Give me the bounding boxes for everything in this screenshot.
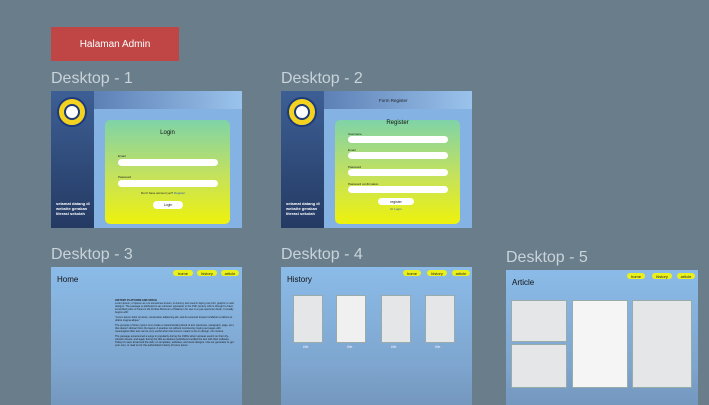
topbar — [94, 91, 242, 109]
frame-label-desktop-3: Desktop - 3 — [51, 246, 133, 263]
welcome-tagline: selamat datang di website gerakan litera… — [56, 201, 90, 216]
article-image[interactable] — [511, 344, 567, 388]
register-button[interactable]: register — [378, 198, 414, 205]
frame-label-desktop-2: Desktop - 2 — [281, 70, 363, 87]
email-label: Email — [118, 154, 126, 158]
nav-history-button[interactable]: history — [427, 270, 447, 276]
login-button[interactable]: Login — [153, 201, 183, 209]
register-title: Register — [386, 120, 409, 126]
paragraph: "Lorem ipsum dolor sit amet, consectetur… — [115, 316, 233, 322]
email-input[interactable] — [348, 152, 448, 159]
welcome-tagline: selamat datang di website gerakan litera… — [286, 201, 320, 216]
nav-history-button[interactable]: history — [652, 273, 672, 279]
school-logo-icon — [287, 97, 317, 127]
form-register-heading: Form Register — [379, 98, 408, 103]
frame-label-desktop-5: Desktop - 5 — [506, 249, 588, 266]
password-input[interactable] — [118, 180, 218, 187]
bust-image-thumbnail[interactable] — [336, 295, 366, 343]
thumbnail-caption: title — [303, 345, 309, 349]
paragraph: The purpose of lorem ipsum is to create … — [115, 324, 235, 333]
desktop-3-home-frame[interactable]: Home home history article HISTORY PLATFO… — [51, 267, 242, 405]
paragraph: Lorem ipsum, or lipsum as it is sometime… — [115, 302, 235, 314]
admin-page-badge[interactable]: Halaman Admin — [51, 27, 179, 61]
email-input[interactable] — [118, 159, 218, 166]
history-thumbnail[interactable] — [381, 295, 411, 343]
frame-label-desktop-1: Desktop - 1 — [51, 70, 133, 87]
no-account-text: Don't have account yet? Register — [141, 191, 186, 195]
login-title: Login — [160, 130, 175, 136]
desktop-5-article-frame[interactable]: Article home history article — [506, 270, 698, 405]
thumbnail-caption: title — [347, 345, 353, 349]
register-card: Register Username Email Password Passwor… — [335, 120, 460, 224]
thumbnail-caption: title — [391, 345, 397, 349]
nav-article-button[interactable]: article — [677, 273, 695, 279]
password-input[interactable] — [348, 169, 448, 176]
page-title: Home — [57, 275, 79, 284]
nav-history-button[interactable]: history — [197, 270, 217, 276]
register-link[interactable]: Register — [174, 191, 185, 195]
paragraph: The passage experienced a surge in popul… — [115, 335, 234, 347]
login-card: Login Email Password Don't have account … — [105, 120, 230, 224]
nav-article-button[interactable]: article — [452, 270, 470, 276]
bust-image[interactable] — [572, 300, 628, 388]
nav-home-button[interactable]: home — [627, 273, 645, 279]
nav-home-button[interactable]: home — [173, 270, 193, 276]
history-thumbnail[interactable] — [293, 295, 323, 343]
password-label: Password — [118, 175, 132, 179]
username-input[interactable] — [348, 136, 448, 143]
article-image[interactable] — [632, 300, 692, 388]
page-title: History — [287, 275, 312, 284]
nav-home-button[interactable]: home — [403, 270, 421, 276]
history-thumbnail[interactable] — [425, 295, 455, 343]
nav-article-button[interactable]: article — [221, 270, 239, 276]
desktop-2-register-frame[interactable]: Form Register selamat datang di website … — [281, 91, 472, 228]
password-confirmation-input[interactable] — [348, 186, 448, 193]
or-login-link[interactable]: Or Login — [390, 207, 402, 211]
school-logo-icon — [57, 97, 87, 127]
desktop-4-history-frame[interactable]: History home history article title title… — [281, 267, 472, 405]
desktop-1-login-frame[interactable]: selamat datang di website gerakan litera… — [51, 91, 242, 228]
page-title: Article — [512, 278, 535, 287]
thumbnail-caption: title — [435, 345, 441, 349]
frame-label-desktop-4: Desktop - 4 — [281, 246, 363, 263]
article-image[interactable] — [511, 300, 567, 342]
